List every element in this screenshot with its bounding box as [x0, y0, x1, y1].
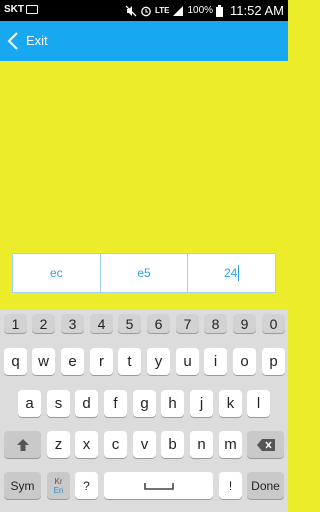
key-p[interactable]: p	[262, 348, 285, 375]
key-k[interactable]: k	[219, 390, 242, 417]
key-6[interactable]: 6	[147, 314, 170, 333]
keyboard: 1 2 3 4 5 6 7 8 9 0 q w e r t y u i o p …	[0, 310, 288, 512]
key-g[interactable]: g	[133, 390, 156, 417]
cell-2-value: e5	[137, 266, 151, 280]
key-2[interactable]: 2	[32, 314, 55, 333]
language-key[interactable]: Kr En	[47, 472, 70, 499]
language-kr-label: Kr	[54, 476, 63, 486]
battery-percent: 100%	[187, 5, 214, 16]
key-f[interactable]: f	[104, 390, 127, 417]
key-9[interactable]: 9	[233, 314, 256, 333]
backspace-key[interactable]	[247, 431, 284, 458]
space-icon	[143, 482, 174, 490]
battery-icon	[216, 4, 224, 17]
key-b[interactable]: b	[161, 431, 184, 458]
key-8[interactable]: 8	[204, 314, 227, 333]
key-0[interactable]: 0	[262, 314, 285, 333]
key-x[interactable]: x	[75, 431, 98, 458]
bottom-row: Sym Kr En ? ! Done	[0, 472, 288, 502]
key-l[interactable]: l	[247, 390, 270, 417]
key-y[interactable]: y	[147, 348, 170, 375]
clock: 11:52 AM	[230, 3, 284, 18]
key-i[interactable]: i	[204, 348, 227, 375]
key-d[interactable]: d	[75, 390, 98, 417]
done-key[interactable]: Done	[247, 472, 284, 499]
input-cells: ec e5 24	[12, 253, 276, 293]
status-bar: SKT LTE 100% 11:52 AM	[0, 0, 288, 21]
key-e[interactable]: e	[61, 348, 84, 375]
status-right: LTE 100% 11:52 AM	[125, 3, 284, 18]
key-o[interactable]: o	[233, 348, 256, 375]
sym-key[interactable]: Sym	[4, 472, 41, 499]
key-1[interactable]: 1	[4, 314, 27, 333]
number-row: 1 2 3 4 5 6 7 8 9 0	[0, 314, 288, 344]
text-caret	[238, 265, 240, 281]
cell-1-value: ec	[49, 266, 63, 280]
cell-3-value: 24	[224, 266, 238, 280]
key-r[interactable]: r	[90, 348, 113, 375]
alarm-icon	[141, 6, 151, 16]
key-m[interactable]: m	[219, 431, 242, 458]
key-v[interactable]: v	[133, 431, 156, 458]
key-w[interactable]: w	[32, 348, 55, 375]
network-label: LTE	[154, 6, 170, 15]
carrier-label: SKT	[4, 4, 24, 15]
shift-arrow-icon	[16, 438, 29, 451]
language-en-label: En	[53, 485, 64, 495]
question-key[interactable]: ?	[75, 472, 98, 499]
exit-button[interactable]: Exit	[26, 33, 48, 48]
cell-1[interactable]: ec	[13, 254, 101, 292]
exclaim-key[interactable]: !	[219, 472, 242, 499]
key-c[interactable]: c	[104, 431, 127, 458]
key-4[interactable]: 4	[90, 314, 113, 333]
key-s[interactable]: s	[47, 390, 70, 417]
letter-row-2: a s d f g h j k l	[0, 390, 288, 420]
key-q[interactable]: q	[4, 348, 27, 375]
key-z[interactable]: z	[47, 431, 70, 458]
key-n[interactable]: n	[190, 431, 213, 458]
key-j[interactable]: j	[190, 390, 213, 417]
key-u[interactable]: u	[176, 348, 199, 375]
key-5[interactable]: 5	[118, 314, 141, 333]
key-h[interactable]: h	[161, 390, 184, 417]
key-3[interactable]: 3	[61, 314, 84, 333]
letter-row-1: q w e r t y u i o p	[0, 348, 288, 378]
key-t[interactable]: t	[118, 348, 141, 375]
space-key[interactable]	[104, 472, 213, 499]
cell-2[interactable]: e5	[101, 254, 189, 292]
letter-row-3: z x c v b n m	[0, 431, 288, 461]
cell-3[interactable]: 24	[188, 254, 275, 292]
backspace-icon	[256, 438, 275, 451]
signal-icon	[173, 5, 184, 16]
key-7[interactable]: 7	[176, 314, 199, 333]
mute-icon	[125, 5, 137, 16]
shift-key[interactable]	[4, 431, 41, 458]
keyboard-status-icon	[26, 5, 38, 14]
key-a[interactable]: a	[18, 390, 41, 417]
back-arrow-icon[interactable]	[6, 31, 20, 51]
app-bar: Exit	[0, 21, 288, 61]
